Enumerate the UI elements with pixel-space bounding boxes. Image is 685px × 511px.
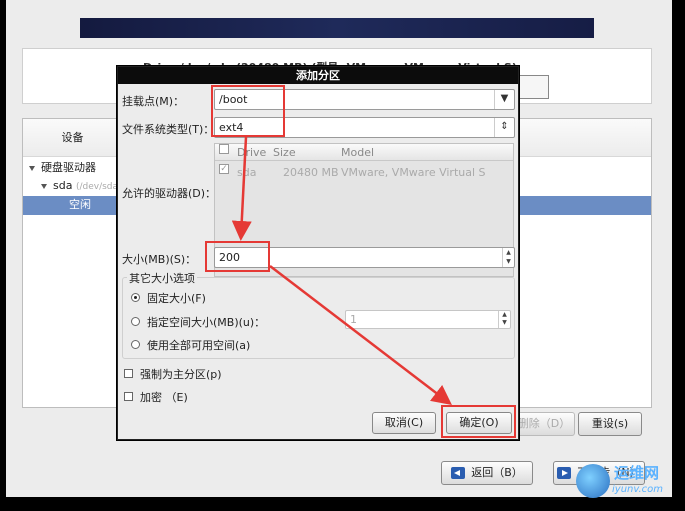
fs-type-label: 文件系统类型(T)：	[122, 123, 215, 136]
column-model[interactable]: Model	[341, 144, 374, 161]
drive-size: 20480 MB	[283, 166, 339, 179]
watermark-globe-icon	[576, 464, 610, 498]
tree-item-hard-drives[interactable]: 硬盘驱动器	[29, 159, 96, 177]
expand-icon[interactable]	[29, 165, 35, 171]
back-button[interactable]: 返回（B）	[441, 461, 533, 485]
spin-arrows-icon[interactable]: ▲ ▼	[502, 248, 514, 267]
column-drive[interactable]: Drive	[237, 144, 266, 161]
top-banner	[80, 18, 594, 38]
fill-all-radio[interactable]	[131, 340, 140, 349]
drive-model: VMware, VMware Virtual S	[341, 166, 486, 179]
dialog-title: 添加分区	[118, 67, 518, 84]
watermark-logo: 运维网 iyunv.com	[572, 460, 678, 504]
drive-name: sda	[237, 166, 257, 179]
fill-upto-radio[interactable]	[131, 317, 140, 326]
fill-all-label[interactable]: 使用全部可用空间(a)	[147, 337, 250, 353]
sda-path: (/dev/sda)	[75, 182, 122, 192]
annotation-box-mount-fs	[211, 85, 285, 137]
updown-icon[interactable]: ⇕	[494, 118, 514, 137]
annotation-box-ok	[441, 405, 516, 438]
add-partition-dialog: 添加分区 挂载点(M)： /boot ▼ 文件系统类型(T)： ext4 ⇕ 允…	[117, 66, 519, 440]
watermark-text: 运维网	[614, 464, 660, 482]
fill-upto-label[interactable]: 指定空间大小(MB)(u)：	[147, 314, 265, 330]
watermark-url: iyunv.com	[612, 484, 664, 495]
allowed-drives-label: 允许的驱动器(D)：	[122, 187, 217, 200]
fill-upto-spinbox[interactable]: 1 ▲ ▼	[345, 310, 511, 329]
size-options-title: 其它大小选项	[127, 270, 197, 286]
encrypt-label[interactable]: 加密 （E)	[140, 389, 188, 405]
fill-upto-value: 1	[350, 313, 357, 326]
device-column-header[interactable]: 设备	[23, 119, 123, 157]
mount-point-label: 挂载点(M)：	[122, 95, 185, 108]
primary-partition-label[interactable]: 强制为主分区(p)	[140, 366, 222, 382]
fixed-size-radio[interactable]	[131, 293, 140, 302]
cancel-button[interactable]: 取消(C)	[372, 412, 436, 434]
chevron-down-icon[interactable]: ▼	[494, 90, 514, 109]
size-options-group: 其它大小选项 固定大小(F) 指定空间大小(MB)(u)： 1 ▲ ▼ 使用全部可…	[122, 270, 515, 359]
reset-button[interactable]: 重设(s)	[578, 412, 642, 436]
expand-icon[interactable]	[41, 183, 47, 189]
tree-item-sda[interactable]: sda (/dev/sda)	[41, 177, 122, 195]
delete-button[interactable]: 删除（D）	[513, 412, 575, 436]
encrypt-checkbox[interactable]	[124, 392, 133, 401]
primary-partition-checkbox[interactable]	[124, 369, 133, 378]
back-arrow-icon	[451, 467, 466, 479]
spin-arrows-icon[interactable]: ▲ ▼	[498, 311, 510, 328]
fixed-size-label[interactable]: 固定大小(F)	[147, 290, 206, 306]
size-label: 大小(MB)(S)：	[122, 253, 197, 266]
column-size[interactable]: Size	[273, 144, 296, 161]
table-row[interactable]: ✓ sda 20480 MB VMware, VMware Virtual S	[215, 164, 513, 182]
next-arrow-icon	[557, 467, 572, 479]
annotation-box-size	[205, 241, 270, 272]
drives-table-header: Drive Size Model	[215, 144, 513, 161]
